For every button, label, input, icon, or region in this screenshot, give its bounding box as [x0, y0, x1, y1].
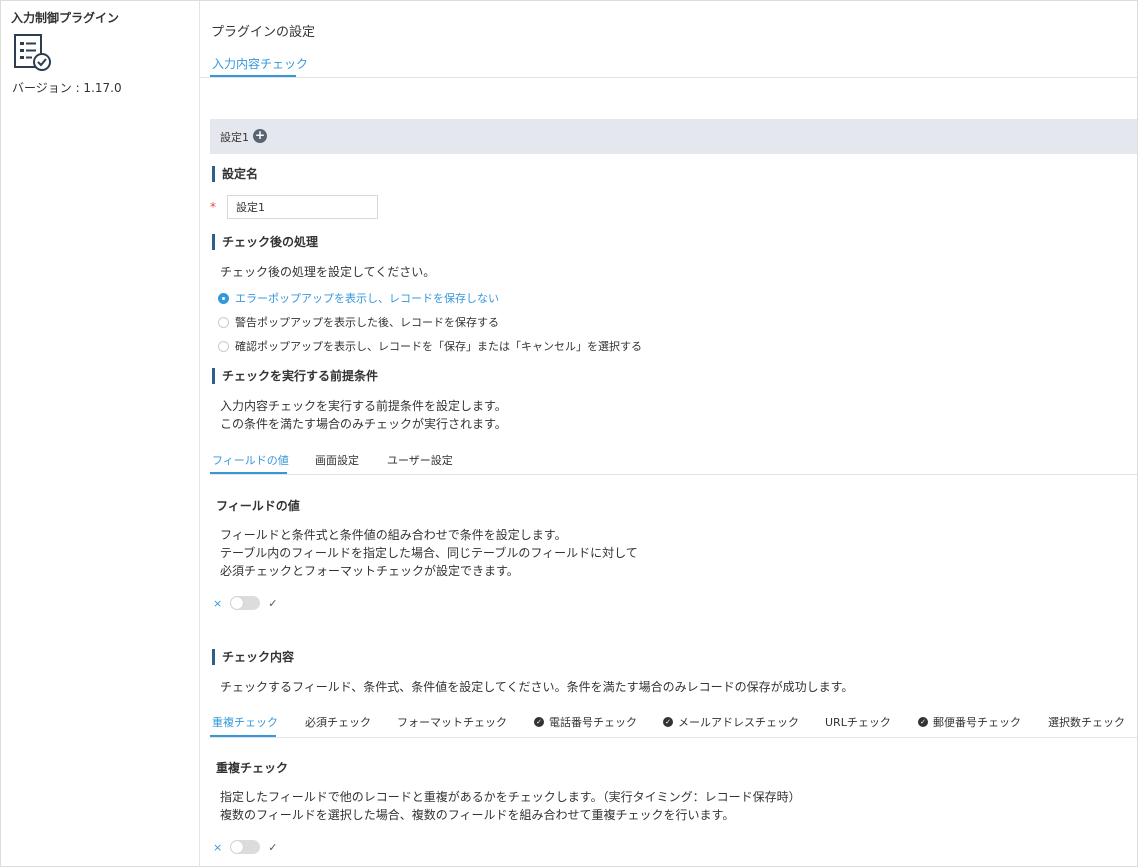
- section-check-content: チェック内容: [212, 649, 294, 665]
- plugin-settings-window: 入力制御プラグイン バージョン : 1.17.0 プラグインの設定 入力内容チェ…: [0, 0, 1138, 867]
- toggle-off-icon: ×: [213, 840, 223, 854]
- tab-label: 選択数チェック: [1048, 716, 1125, 729]
- radio-warning-popup[interactable]: 警告ポップアップを表示した後、レコードを保存する: [218, 314, 499, 330]
- required-mark: *: [210, 200, 216, 214]
- tab-label: 電話番号チェック: [549, 716, 637, 729]
- tab-duplicate-check[interactable]: 重複チェック: [212, 714, 278, 730]
- tab-selection-count-check[interactable]: 選択数チェック: [1048, 714, 1125, 730]
- tab-format-check[interactable]: フォーマットチェック: [397, 714, 507, 730]
- tab-label: URLチェック: [825, 716, 891, 729]
- radio-selected-icon[interactable]: [218, 292, 229, 304]
- check-circle-icon: ✓: [663, 717, 673, 727]
- precondition-toggle[interactable]: [230, 596, 261, 610]
- form-check-icon: [14, 34, 51, 71]
- add-setting-icon[interactable]: +: [253, 129, 267, 143]
- tab-label: 重複チェック: [212, 716, 278, 729]
- toggle-on-icon: ✓: [268, 596, 278, 610]
- tab-email-check[interactable]: ✓ メールアドレスチェック: [663, 714, 799, 730]
- tab-label: メールアドレスチェック: [678, 716, 799, 729]
- tab-screen-settings[interactable]: 画面設定: [315, 452, 359, 468]
- setting-header-bar[interactable]: 設定1 +: [210, 119, 1137, 154]
- precondition-description-2: この条件を満たす場合のみチェックが実行されます。: [220, 417, 507, 431]
- subtab-divider: [210, 474, 1137, 475]
- field-value-desc-1: フィールドと条件式と条件値の組み合わせで条件を設定します。: [220, 528, 567, 542]
- radio-unselected-icon[interactable]: [218, 340, 229, 352]
- check-circle-icon: ✓: [534, 717, 544, 727]
- field-value-title: フィールドの値: [216, 499, 300, 513]
- setting-label: 設定1: [220, 131, 249, 144]
- tab-required-check[interactable]: 必須チェック: [305, 714, 371, 730]
- tab-field-value[interactable]: フィールドの値: [212, 452, 289, 468]
- toggle-off-icon: ×: [213, 596, 223, 610]
- radio-confirm-popup[interactable]: 確認ポップアップを表示し、レコードを「保存」または「キャンセル」を選択する: [218, 338, 642, 354]
- check-tab-divider: [210, 737, 1137, 738]
- tab-input-check[interactable]: 入力内容チェック: [212, 55, 308, 72]
- sidebar: 入力制御プラグイン バージョン : 1.17.0: [1, 1, 200, 867]
- check-content-description: チェックするフィールド、条件式、条件値を設定してください。条件を満たす場合のみレ…: [220, 680, 854, 694]
- tab-label: 郵便番号チェック: [933, 716, 1021, 729]
- tab-postal-check[interactable]: ✓ 郵便番号チェック: [918, 714, 1021, 730]
- radio-unselected-icon[interactable]: [218, 316, 229, 328]
- setting-name-input[interactable]: [227, 195, 378, 219]
- radio-error-popup[interactable]: エラーポップアップを表示し、レコードを保存しない: [218, 290, 499, 306]
- tab-phone-check[interactable]: ✓ 電話番号チェック: [534, 714, 637, 730]
- tab-label: 必須チェック: [305, 716, 371, 729]
- precondition-toggle-row[interactable]: × ✓: [213, 596, 277, 610]
- tab-label: フォーマットチェック: [397, 716, 507, 729]
- radio-label: 確認ポップアップを表示し、レコードを「保存」または「キャンセル」を選択する: [235, 340, 642, 353]
- check-circle-icon: ✓: [918, 717, 928, 727]
- field-value-desc-2: テーブル内のフィールドを指定した場合、同じテーブルのフィールドに対して: [220, 546, 638, 560]
- section-precondition: チェックを実行する前提条件: [212, 368, 378, 384]
- radio-label: 警告ポップアップを表示した後、レコードを保存する: [235, 316, 499, 329]
- section-setting-name: 設定名: [212, 166, 258, 182]
- main-panel: プラグインの設定 入力内容チェック 設定1 + 設定名 * チェック後の処理 チ…: [200, 1, 1137, 867]
- duplicate-check-desc-2: 複数のフィールドを選択した場合、複数のフィールドを組み合わせて重複チェックを行い…: [220, 808, 735, 822]
- duplicate-check-desc-1: 指定したフィールドで他のレコードと重複があるかをチェックします。（実行タイミング…: [220, 790, 801, 804]
- tab-url-check[interactable]: URLチェック: [825, 714, 891, 730]
- duplicate-check-toggle-row[interactable]: × ✓: [213, 840, 277, 854]
- radio-label: エラーポップアップを表示し、レコードを保存しない: [235, 292, 499, 305]
- tab-user-settings[interactable]: ユーザー設定: [387, 452, 453, 468]
- after-check-description: チェック後の処理を設定してください。: [220, 265, 436, 279]
- tab-divider: [200, 77, 1137, 78]
- field-value-desc-3: 必須チェックとフォーマットチェックが設定できます。: [220, 564, 519, 578]
- section-after-check: チェック後の処理: [212, 234, 318, 250]
- duplicate-check-title: 重複チェック: [216, 761, 289, 775]
- page-title: プラグインの設定: [211, 25, 316, 40]
- plugin-version: バージョン : 1.17.0: [12, 81, 122, 95]
- precondition-description-1: 入力内容チェックを実行する前提条件を設定します。: [220, 399, 507, 413]
- plugin-name: 入力制御プラグイン: [11, 11, 120, 25]
- toggle-on-icon: ✓: [268, 840, 278, 854]
- duplicate-check-toggle[interactable]: [230, 840, 261, 854]
